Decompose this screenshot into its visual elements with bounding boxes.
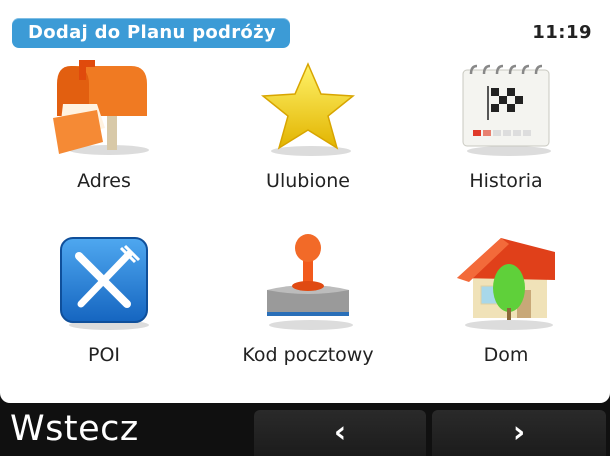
tile-adres[interactable]: Adres [4, 58, 204, 208]
page-title: Dodaj do Planu podróży [12, 18, 290, 48]
calendar-checkered-flag-icon [462, 64, 551, 156]
chevron-right-icon: › [512, 415, 526, 450]
star-icon [261, 62, 355, 156]
main-screen: Dodaj do Planu podróży 11:19 Adres Ulubi… [0, 0, 610, 403]
stamp-icon [267, 234, 353, 330]
tile-poi[interactable]: POI [4, 232, 204, 382]
tile-label: Adres [77, 170, 131, 192]
next-page-button[interactable]: › [432, 410, 606, 456]
tile-dom[interactable]: Dom [406, 232, 606, 382]
mailbox-icon [53, 60, 149, 155]
tile-label: Kod pocztowy [242, 344, 374, 366]
previous-page-button[interactable]: ‹ [254, 410, 426, 456]
tile-historia[interactable]: Historia [406, 58, 606, 208]
house-icon [457, 238, 555, 330]
tile-kod-pocztowy[interactable]: Kod pocztowy [208, 232, 408, 382]
tile-label: Dom [483, 344, 529, 366]
tile-label: Ulubione [266, 170, 350, 192]
back-button[interactable]: Wstecz [10, 409, 139, 449]
chevron-left-icon: ‹ [333, 415, 347, 450]
tile-ulubione[interactable]: Ulubione [208, 58, 408, 208]
clock: 11:19 [532, 22, 592, 43]
knife-fork-icon [60, 237, 149, 330]
tile-label: POI [87, 344, 121, 366]
tile-label: Historia [469, 170, 543, 192]
